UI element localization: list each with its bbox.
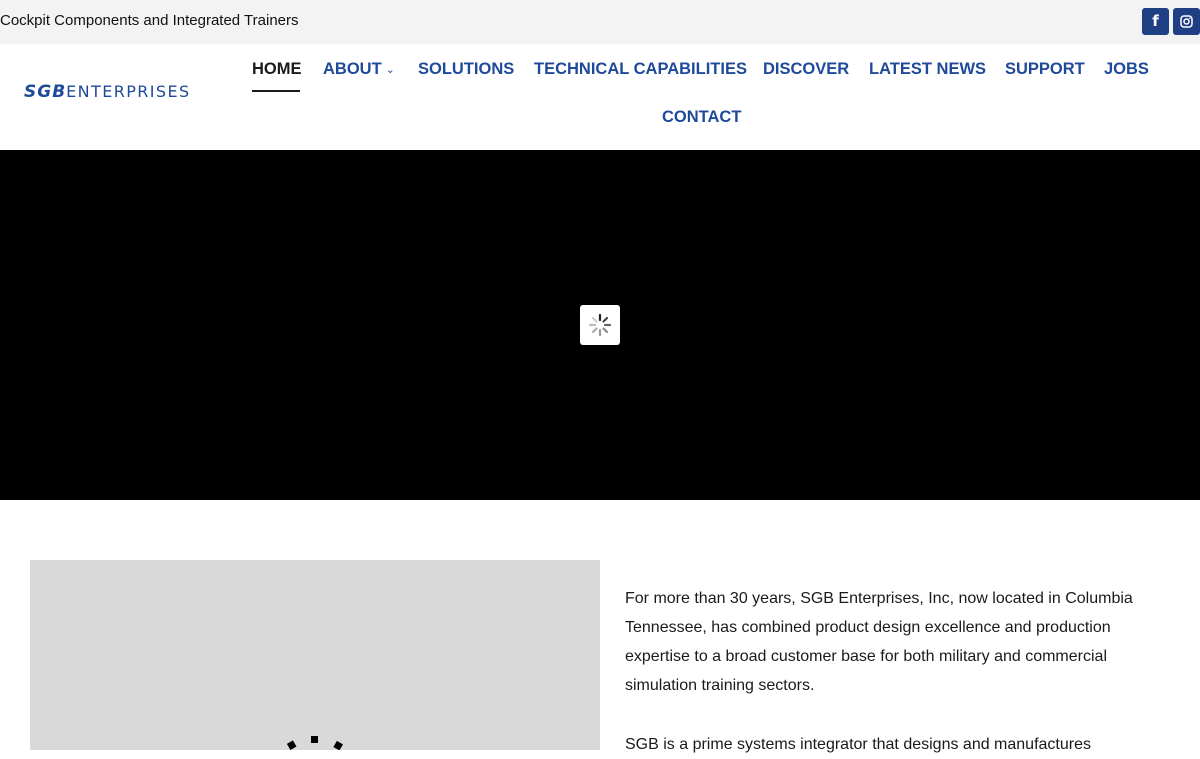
nav-about[interactable]: ABOUT ⌄ — [323, 59, 395, 80]
nav-discover[interactable]: DISCOVER — [763, 59, 849, 79]
nav-latest-news[interactable]: LATEST NEWS — [869, 59, 986, 79]
site-logo[interactable]: SGBENTERPRISES — [24, 82, 191, 102]
spinner-icon — [588, 313, 612, 337]
nav-home[interactable]: HOME — [252, 59, 302, 79]
chevron-down-icon: ⌄ — [385, 64, 395, 76]
hero-video[interactable] — [0, 150, 1200, 500]
nav-technical-capabilities[interactable]: TECHNICAL CAPABILITIES — [534, 59, 747, 79]
loading-spinner — [580, 305, 620, 345]
nav-solutions[interactable]: SOLUTIONS — [418, 59, 514, 79]
facebook-icon: f — [1152, 12, 1159, 30]
logo-bold-text: SGB — [24, 82, 67, 102]
instagram-link[interactable] — [1173, 8, 1200, 35]
nav-support[interactable]: SUPPORT — [1005, 59, 1085, 79]
nav-jobs[interactable]: JOBS — [1104, 59, 1149, 79]
facebook-link[interactable]: f — [1142, 8, 1169, 35]
site-tagline: Cockpit Components and Integrated Traine… — [0, 12, 299, 29]
media-placeholder — [30, 560, 600, 750]
instagram-icon — [1180, 15, 1193, 28]
nav-contact[interactable]: CONTACT — [662, 107, 741, 127]
intro-paragraph: For more than 30 years, SGB Enterprises,… — [625, 590, 1133, 694]
nav-active-indicator — [252, 90, 300, 92]
logo-light-text: ENTERPRISES — [66, 82, 191, 101]
site-header: SGBENTERPRISES HOME ABOUT ⌄ SOLUTIONS TEC… — [0, 44, 1200, 150]
loading-dots-icon — [286, 736, 343, 750]
second-paragraph: SGB is a prime systems integrator that d… — [625, 736, 1091, 753]
nav-about-label: ABOUT — [323, 60, 382, 78]
top-bar: Cockpit Components and Integrated Traine… — [0, 0, 1200, 44]
